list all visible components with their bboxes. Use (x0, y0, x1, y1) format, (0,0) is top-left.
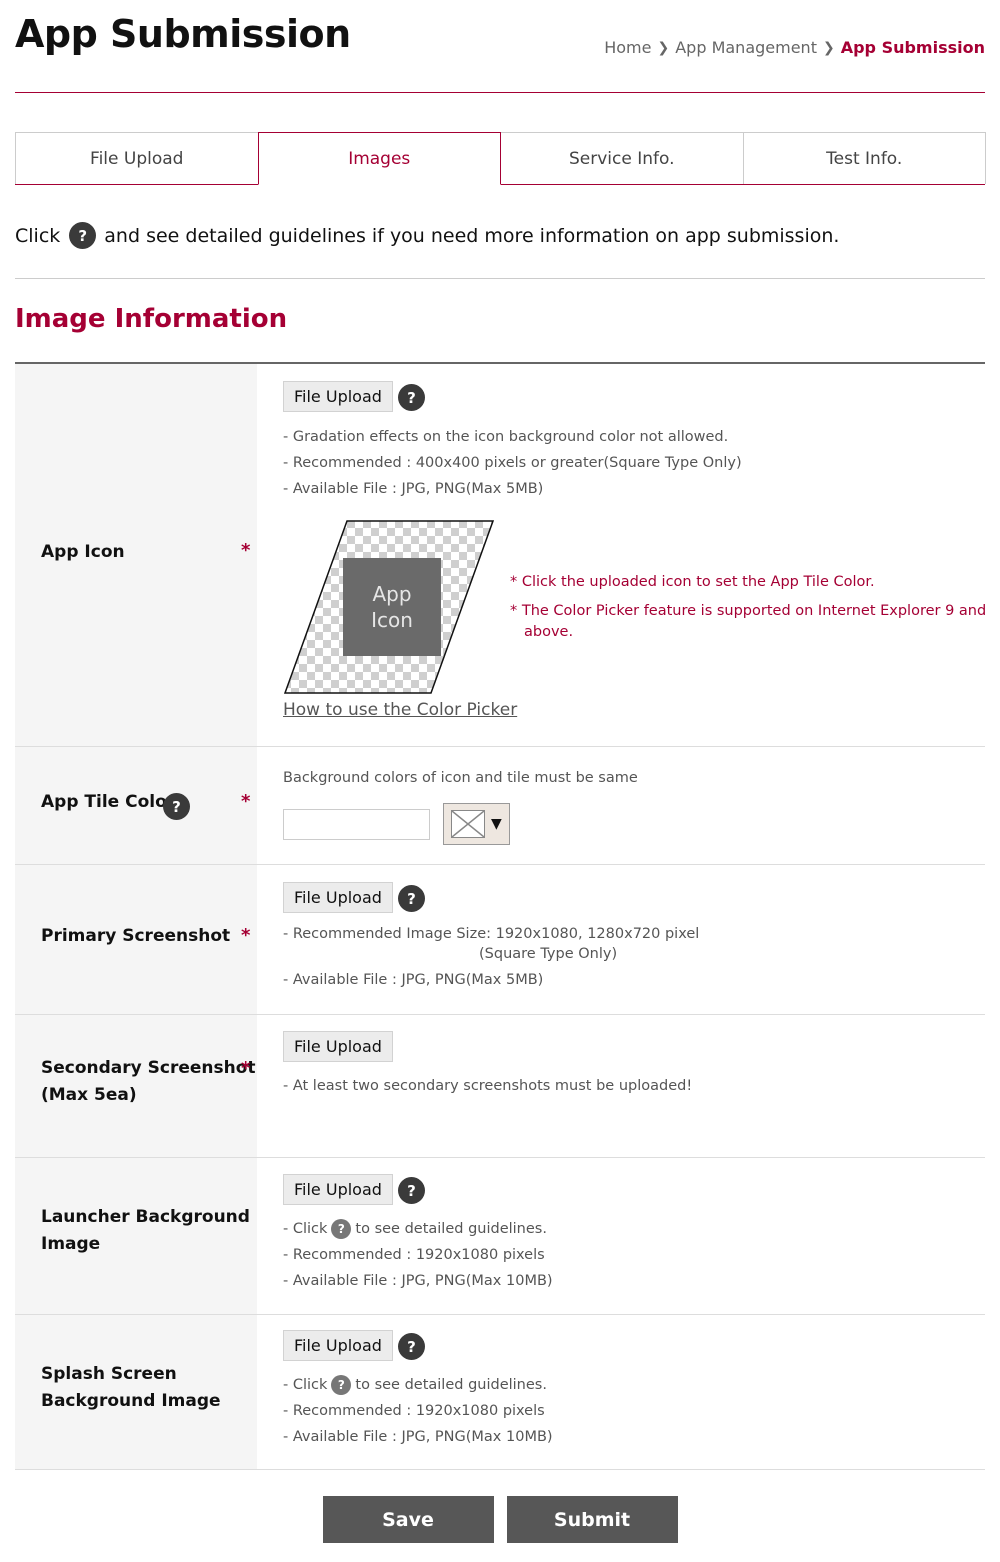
primary-screenshot-label: Primary Screenshot (41, 926, 231, 946)
tab-images[interactable]: Images (257, 132, 501, 185)
action-bar: Save Submit (0, 1496, 1000, 1543)
primary-screenshot-upload-button[interactable]: File Upload (283, 882, 393, 913)
save-button[interactable]: Save (322, 1496, 494, 1543)
breadcrumb-home[interactable]: Home (604, 38, 651, 57)
help-icon[interactable]: ? (69, 222, 97, 249)
help-icon[interactable]: ? (398, 1177, 425, 1204)
help-icon[interactable]: ? (331, 1375, 352, 1395)
help-icon[interactable]: ? (398, 1333, 425, 1360)
required-marker: * (241, 925, 251, 946)
app-icon-preview[interactable]: App Icon (283, 520, 495, 694)
row-secondary-screenshot: Secondary Screenshot (Max 5ea) * File Up… (15, 1015, 985, 1158)
app-icon-label: App Icon (41, 542, 125, 562)
help-icon[interactable]: ? (398, 885, 425, 912)
secondary-screenshot-upload-button[interactable]: File Upload (283, 1031, 393, 1062)
help-icon[interactable]: ? (331, 1219, 352, 1239)
tab-file-upload[interactable]: File Upload (15, 132, 259, 184)
tile-color-input[interactable] (283, 809, 430, 840)
required-marker: * (241, 791, 251, 812)
title-divider (15, 92, 985, 93)
required-marker: * (241, 540, 251, 561)
color-swatch (451, 810, 485, 838)
tab-bar: File Upload Images Service Info. Test In… (15, 132, 986, 185)
section-title: Image Information (15, 304, 288, 334)
color-picker-help-link[interactable]: How to use the Color Picker (283, 700, 517, 720)
row-app-icon: App Icon * File Upload ? - Gradation eff… (15, 364, 987, 747)
row-app-tile-color: App Tile Color ? * Background colors of … (15, 747, 985, 865)
app-icon-upload-button[interactable]: File Upload (283, 381, 393, 412)
splash-background-label: Splash Screen Background Image (41, 1364, 221, 1411)
submit-button[interactable]: Submit (506, 1496, 678, 1543)
app-icon-placeholder: App Icon (371, 582, 413, 632)
dropdown-arrow-icon: ▼ (491, 816, 502, 832)
color-picker-dropdown[interactable]: ▼ (443, 803, 510, 845)
chevron-right-icon: ❯ (657, 39, 670, 56)
breadcrumb-current: App Submission (840, 38, 985, 57)
tab-service-info[interactable]: Service Info. (500, 132, 744, 184)
row-launcher-background: Launcher Background Image File Upload ? … (15, 1158, 985, 1315)
page-title: App Submission (15, 12, 351, 56)
chevron-right-icon: ❯ (822, 39, 835, 56)
intro-divider (15, 278, 985, 279)
tab-test-info[interactable]: Test Info. (742, 132, 986, 184)
intro-text: Click ? and see detailed guidelines if y… (15, 222, 839, 249)
launcher-background-label: Launcher Background Image (41, 1207, 250, 1254)
required-marker: * (241, 1058, 251, 1079)
breadcrumb-app-management[interactable]: App Management (675, 38, 817, 57)
launcher-background-upload-button[interactable]: File Upload (283, 1174, 393, 1205)
help-icon[interactable]: ? (163, 793, 190, 820)
splash-background-upload-button[interactable]: File Upload (283, 1330, 393, 1361)
breadcrumb: Home ❯ App Management ❯ App Submission (604, 38, 985, 57)
row-splash-background: Splash Screen Background Image File Uplo… (15, 1315, 985, 1470)
row-primary-screenshot: Primary Screenshot * File Upload ? - Rec… (15, 865, 985, 1015)
color-picker-note: * Click the uploaded icon to set the App… (510, 574, 987, 640)
app-tile-color-label: App Tile Color (41, 792, 176, 812)
secondary-screenshot-label: Secondary Screenshot (Max 5ea) (41, 1058, 256, 1105)
help-icon[interactable]: ? (398, 384, 425, 411)
